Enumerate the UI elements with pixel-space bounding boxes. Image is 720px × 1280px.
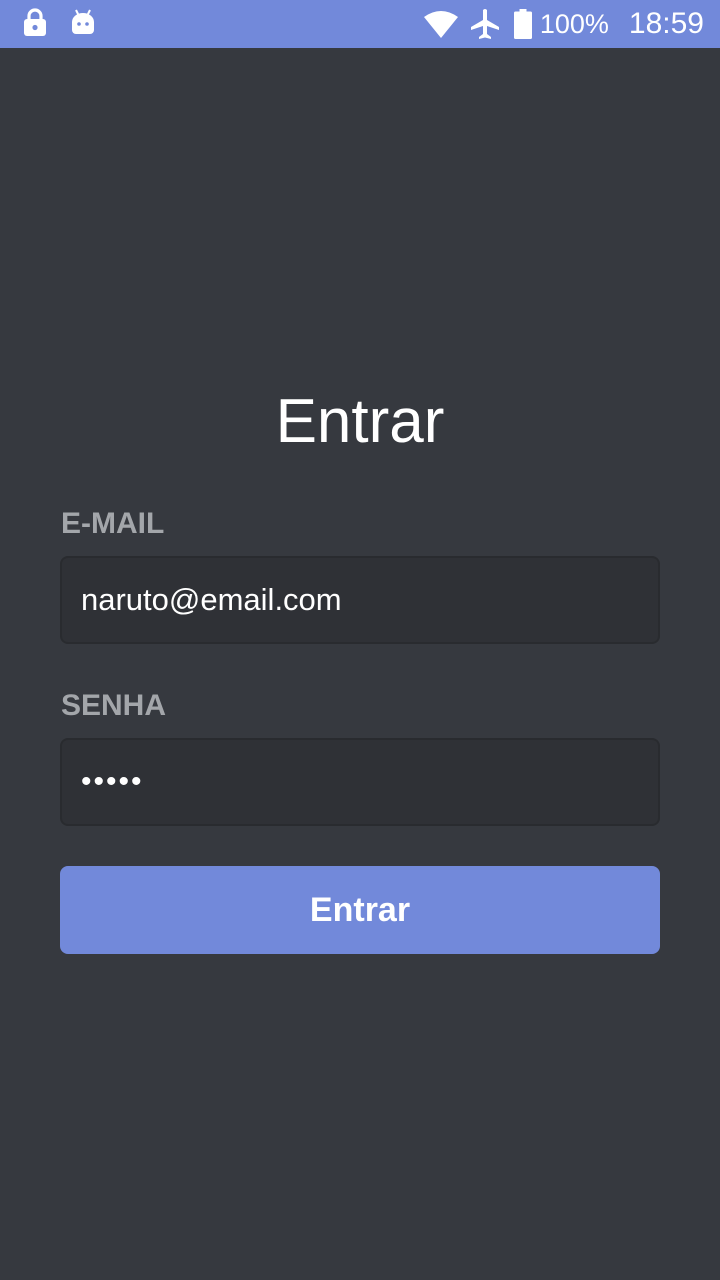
battery-icon bbox=[513, 9, 532, 39]
airplane-icon bbox=[470, 8, 500, 40]
login-button[interactable]: Entrar bbox=[60, 866, 660, 954]
email-field[interactable]: naruto@email.com bbox=[60, 556, 660, 644]
email-label: E-MAIL bbox=[61, 507, 165, 540]
password-field[interactable]: ••••• bbox=[60, 738, 660, 826]
password-label: SENHA bbox=[61, 689, 167, 722]
battery-percentage: 100% bbox=[539, 8, 609, 39]
android-debug-icon bbox=[70, 8, 96, 41]
page-title: Entrar bbox=[275, 387, 445, 456]
clock: 18:59 bbox=[628, 7, 704, 40]
lock-icon bbox=[22, 7, 48, 42]
wifi-icon bbox=[423, 10, 458, 38]
status-bar: 100% 18:59 bbox=[0, 0, 720, 48]
status-right: 100% 18:59 bbox=[423, 0, 704, 48]
status-left bbox=[22, 7, 96, 42]
login-screen: Entrar E-MAIL naruto@email.com SENHA •••… bbox=[0, 48, 720, 1280]
